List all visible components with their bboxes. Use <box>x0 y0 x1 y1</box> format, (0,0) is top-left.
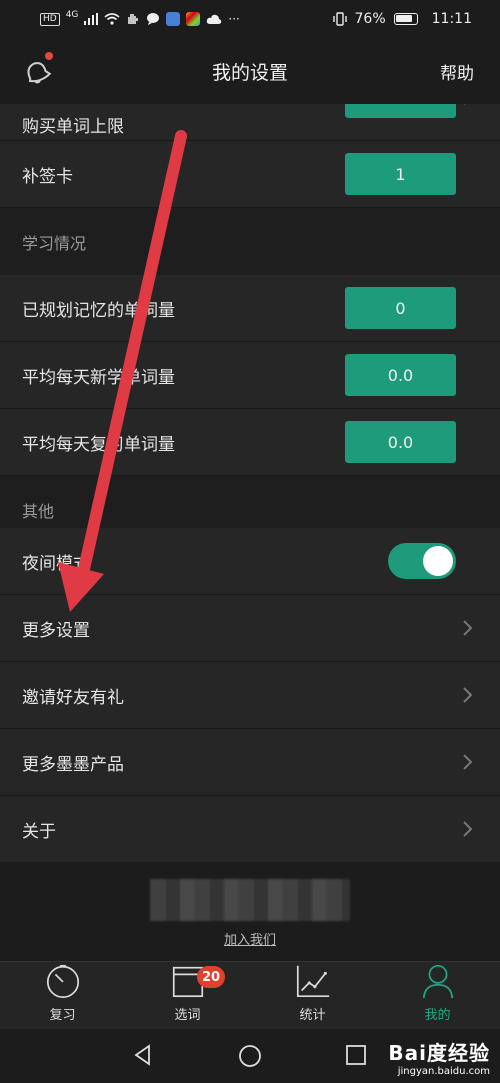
settings-row-daily-review: 平均每天复习单词量 0.0 <box>0 409 500 476</box>
vibrate-icon <box>332 12 347 26</box>
tab-label: 我的 <box>424 1008 451 1023</box>
tab-mine[interactable]: 我的 <box>375 962 500 1029</box>
row-label: 邀请好友有礼 <box>22 687 124 708</box>
title-bar: 我的设置 帮助 <box>0 38 500 104</box>
toggle-knob <box>423 546 453 576</box>
bottom-tab-bar: 复习 20 选词 统计 我的 <box>0 961 500 1029</box>
value-button[interactable]: 0 <box>345 287 456 329</box>
back-icon[interactable] <box>131 1043 155 1067</box>
row-label: 关于 <box>22 821 56 842</box>
notification-dot <box>45 52 53 60</box>
night-mode-toggle[interactable] <box>388 543 456 579</box>
system-nav-bar: Bai度经验 jingyan.baidu.com <box>0 1029 500 1083</box>
battery-percent: 76% <box>354 11 386 27</box>
value-button[interactable]: 0.0 <box>345 354 456 396</box>
tab-label: 统计 <box>299 1008 326 1023</box>
chevron-right-icon <box>463 687 473 703</box>
settings-row-more-products[interactable]: 更多墨墨产品 <box>0 729 500 796</box>
bell-icon[interactable] <box>22 56 52 86</box>
line-chart-icon <box>296 965 329 998</box>
row-label: 补签卡 <box>22 166 73 187</box>
watermark-main: Bai度经验 <box>388 1041 490 1065</box>
app-icon-colorful <box>186 12 201 26</box>
row-label: 购买单词上限 <box>22 116 124 137</box>
battery-icon <box>393 13 418 25</box>
baidu-jingyan-watermark: Bai度经验 jingyan.baidu.com <box>388 1037 490 1077</box>
person-icon <box>422 964 453 999</box>
value-button[interactable]: 0.0 <box>345 421 456 463</box>
status-right: 76% 11:11 <box>332 11 472 27</box>
settings-row-purchase-limit: 购买单词上限 0 <box>0 104 500 141</box>
settings-row-makeup-card: 补签卡 1 <box>0 141 500 208</box>
value-button[interactable]: 0 <box>345 104 456 118</box>
footer-area: 加入我们 <box>0 863 500 961</box>
settings-row-more-settings[interactable]: 更多设置 <box>0 595 500 662</box>
row-label: 更多墨墨产品 <box>22 754 124 775</box>
notification-badge: 20 <box>197 966 226 988</box>
network-indicator: 4G <box>65 10 79 20</box>
clock: 11:11 <box>431 11 472 27</box>
chat-icon <box>147 13 160 25</box>
chevron-right-icon <box>464 104 466 105</box>
row-label: 更多设置 <box>22 620 90 641</box>
chevron-right-icon <box>463 821 473 837</box>
join-us-link[interactable]: 加入我们 <box>0 929 500 948</box>
settings-list[interactable]: 购买单词上限 0 补签卡 1 学习情况 已规划记忆的单词量 0 平均每天新学单词… <box>0 104 500 961</box>
tab-statistics[interactable]: 统计 <box>250 962 375 1029</box>
signal-icon <box>84 13 99 25</box>
settings-row-about[interactable]: 关于 <box>0 796 500 863</box>
page-title: 我的设置 <box>211 61 288 84</box>
help-button[interactable]: 帮助 <box>440 59 474 84</box>
row-label: 夜间模式 <box>22 553 90 574</box>
section-header-study: 学习情况 <box>0 208 500 275</box>
tab-review[interactable]: 复习 <box>0 962 125 1029</box>
row-label: 已规划记忆的单词量 <box>22 300 175 321</box>
hd-indicator: HD <box>40 12 60 26</box>
tab-label: 选词 <box>174 1008 201 1023</box>
settings-row-planned-words: 已规划记忆的单词量 0 <box>0 275 500 342</box>
watermark-url: jingyan.baidu.com <box>397 1066 490 1077</box>
stopwatch-icon <box>46 964 79 999</box>
status-left: HD 4G ··· <box>40 10 240 26</box>
settings-row-invite-friends[interactable]: 邀请好友有礼 <box>0 662 500 729</box>
app-icon-blue <box>166 12 181 26</box>
more-dots: ··· <box>228 12 240 26</box>
home-icon[interactable] <box>237 1043 263 1069</box>
hand-icon <box>128 14 139 24</box>
settings-row-daily-new: 平均每天新学单词量 0.0 <box>0 342 500 409</box>
tab-label: 复习 <box>49 1008 76 1023</box>
value-button[interactable]: 1 <box>345 153 456 195</box>
wifi-icon <box>104 13 120 25</box>
row-label: 平均每天复习单词量 <box>22 434 175 455</box>
status-bar: HD 4G ··· 76% 11:11 <box>0 0 500 38</box>
settings-row-night-mode: 夜间模式 <box>0 528 500 595</box>
tab-choose-words[interactable]: 20 选词 <box>125 962 250 1029</box>
row-label: 平均每天新学单词量 <box>22 367 175 388</box>
chevron-right-icon <box>463 620 473 636</box>
chevron-right-icon <box>463 754 473 770</box>
recents-icon[interactable] <box>344 1043 368 1067</box>
cloud-icon <box>207 14 222 24</box>
blurred-image <box>150 879 350 921</box>
